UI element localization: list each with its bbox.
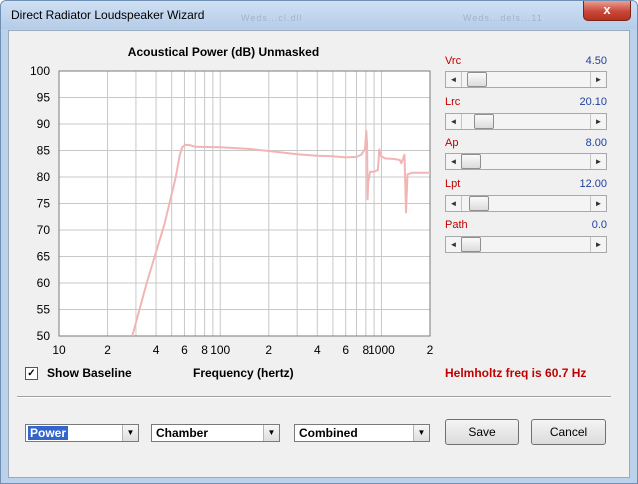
slider-thumb[interactable]: [466, 72, 487, 87]
slider-path[interactable]: ◄ ►: [445, 236, 607, 253]
slider-value-lpt: 12.00: [579, 178, 607, 190]
scroll-right-icon[interactable]: ►: [590, 237, 606, 252]
x-tick-label: 6: [181, 343, 188, 357]
x-tick-label: 4: [153, 343, 160, 357]
x-tick-label: 8: [201, 343, 208, 357]
separator: [17, 396, 611, 398]
slider-lrc[interactable]: ◄ ►: [445, 113, 607, 130]
x-tick-label: 6: [342, 343, 349, 357]
x-tick-label: 2: [265, 343, 272, 357]
scroll-left-icon[interactable]: ◄: [446, 114, 462, 129]
slider-thumb[interactable]: [468, 196, 489, 211]
x-tick-label: 10: [52, 343, 66, 357]
wizard-window: Direct Radiator Loudspeaker Wizard Weds.…: [0, 0, 638, 484]
scroll-left-icon[interactable]: ◄: [446, 154, 462, 169]
close-button[interactable]: x: [583, 1, 631, 21]
x-tick-label: 2: [427, 343, 434, 357]
slider-thumb[interactable]: [461, 237, 481, 252]
chevron-down-icon[interactable]: ▼: [263, 425, 279, 441]
helmholtz-frequency-text: Helmholtz freq is 60.7 Hz: [445, 366, 587, 380]
slider-label-ap: Ap: [445, 137, 459, 149]
show-baseline-label[interactable]: Show Baseline: [47, 366, 132, 380]
chevron-down-icon[interactable]: ▼: [413, 425, 429, 441]
x-tick-label: 1000: [368, 343, 395, 357]
scroll-right-icon[interactable]: ►: [590, 72, 606, 87]
cancel-button[interactable]: Cancel: [531, 419, 606, 445]
slider-label-lrc: Lrc: [445, 96, 461, 108]
mode-select[interactable]: Power ▼: [25, 424, 139, 442]
scroll-right-icon[interactable]: ►: [590, 196, 606, 211]
slider-value-vrc: 4.50: [585, 55, 607, 67]
scroll-right-icon[interactable]: ►: [590, 154, 606, 169]
window-title: Direct Radiator Loudspeaker Wizard: [11, 8, 205, 22]
enclosure-select[interactable]: Chamber ▼: [151, 424, 280, 442]
y-tick-label: 75: [37, 197, 51, 211]
y-tick-label: 70: [37, 223, 51, 237]
scroll-left-icon[interactable]: ◄: [446, 237, 462, 252]
x-tick-label: 4: [314, 343, 321, 357]
slider-label-path: Path: [445, 219, 468, 231]
wizard-body: Acoustical Power (dB) Unmasked 50 55 60 65 7…: [8, 30, 630, 478]
slider-value-lrc: 20.10: [579, 96, 607, 108]
slider-label-vrc: Vrc: [445, 55, 462, 67]
y-tick-label: 55: [37, 303, 51, 317]
show-baseline-checkbox[interactable]: ✓: [25, 367, 38, 380]
y-tick-label: 80: [37, 170, 51, 184]
enclosure-select-value: Chamber: [156, 426, 209, 440]
slider-thumb[interactable]: [461, 154, 481, 169]
titlebar-ghost-text: Weds...dels...11: [463, 13, 543, 23]
output-select-value: Combined: [299, 426, 358, 440]
slider-ap[interactable]: ◄ ►: [445, 153, 607, 170]
mode-select-value: Power: [28, 426, 69, 440]
y-tick-label: 65: [37, 250, 51, 264]
slider-thumb[interactable]: [474, 114, 495, 129]
scroll-left-icon[interactable]: ◄: [446, 72, 462, 87]
slider-value-path: 0.0: [591, 219, 607, 231]
y-tick-label: 90: [37, 117, 51, 131]
power-response-chart: 5055606570758085909510010 2 4 6 8 100 2 4 6 81000…: [30, 64, 434, 357]
save-button[interactable]: Save: [445, 419, 519, 445]
chevron-down-icon[interactable]: ▼: [122, 425, 138, 441]
y-tick-label: 85: [37, 144, 51, 158]
title-bar[interactable]: Direct Radiator Loudspeaker Wizard Weds.…: [1, 1, 637, 29]
y-tick-label: 50: [37, 329, 51, 343]
close-icon: x: [603, 2, 611, 17]
titlebar-ghost-text: Weds...cl.dll: [241, 13, 303, 23]
x-tick-label: 100: [210, 343, 230, 357]
checkmark-icon: ✓: [27, 368, 36, 379]
x-tick-label: 2: [104, 343, 111, 357]
y-tick-label: 100: [30, 64, 50, 78]
scroll-left-icon[interactable]: ◄: [446, 196, 462, 211]
slider-vrc[interactable]: ◄ ►: [445, 71, 607, 88]
slider-lpt[interactable]: ◄ ►: [445, 195, 607, 212]
scroll-right-icon[interactable]: ►: [590, 114, 606, 129]
y-tick-label: 95: [37, 91, 51, 105]
slider-value-ap: 8.00: [585, 137, 607, 149]
y-tick-label: 60: [37, 276, 51, 290]
slider-label-lpt: Lpt: [445, 178, 461, 190]
output-select[interactable]: Combined ▼: [294, 424, 430, 442]
x-axis-label: Frequency (hertz): [193, 366, 294, 380]
